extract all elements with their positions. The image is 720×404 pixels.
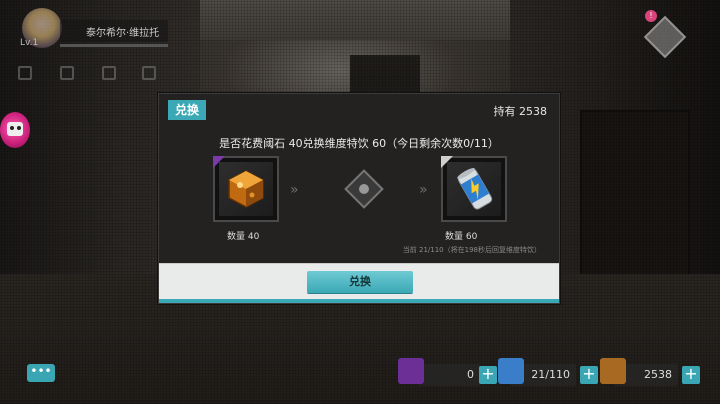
output-qty: 数量 60 — [445, 232, 478, 242]
regen-note: 当前 21/110（将在198秒后回复维度特饮） — [402, 246, 541, 254]
exchange-question: 是否花费阈石 40兑换维度特饮 60（今日剩余次数0/11） — [219, 137, 499, 150]
mascot-button[interactable] — [0, 110, 36, 154]
exchange-confirm-button[interactable]: 兑换 — [307, 271, 413, 293]
add-stone-button[interactable]: + — [479, 366, 497, 384]
resource-value-drink: 21/110 — [531, 368, 570, 381]
resource-value-chest: 2538 — [644, 368, 672, 381]
output-item-slot[interactable] — [441, 156, 507, 222]
dialog-title: 兑换 — [168, 100, 206, 120]
notification-badge: ! — [645, 10, 657, 22]
arrow-left: » — [290, 182, 298, 198]
quick-menu — [18, 66, 168, 86]
xp-bar — [60, 44, 168, 47]
mascot-eye-left — [10, 126, 14, 130]
footer-accent-stripe — [159, 299, 559, 303]
holdings-count: 持有 2538 — [493, 105, 548, 118]
bag-icon[interactable] — [102, 66, 116, 80]
player-info[interactable]: 泰尔希尔·维拉托 Lv.1 — [18, 8, 168, 52]
exchange-dialog: 兑换 持有 2538 是否花费阈石 40兑换维度特饮 60（今日剩余次数0/11… — [158, 93, 560, 304]
amber-crystal-icon — [228, 170, 264, 208]
input-qty: 数量 40 — [227, 232, 260, 242]
gift-icon[interactable] — [142, 66, 156, 80]
player-level: Lv.1 — [20, 38, 39, 48]
dialog-footer: 兑换 — [159, 263, 559, 303]
book-icon[interactable] — [60, 66, 74, 80]
arrow-right: » — [419, 182, 427, 198]
rarity-corner-purple — [213, 156, 225, 168]
rarity-corner-white — [441, 156, 453, 168]
add-drink-button[interactable]: + — [580, 366, 598, 384]
add-chest-button[interactable]: + — [682, 366, 700, 384]
mascot-eye-right — [17, 126, 21, 130]
exchange-hub-dot — [359, 184, 369, 194]
input-item-slot[interactable] — [213, 156, 279, 222]
energy-drink-can-icon — [457, 167, 493, 210]
character-icon[interactable] — [18, 66, 32, 80]
chat-button[interactable]: ••• — [27, 364, 55, 382]
resource-value-stone: 0 — [467, 368, 474, 381]
player-name: 泰尔希尔·维拉托 — [86, 28, 160, 39]
